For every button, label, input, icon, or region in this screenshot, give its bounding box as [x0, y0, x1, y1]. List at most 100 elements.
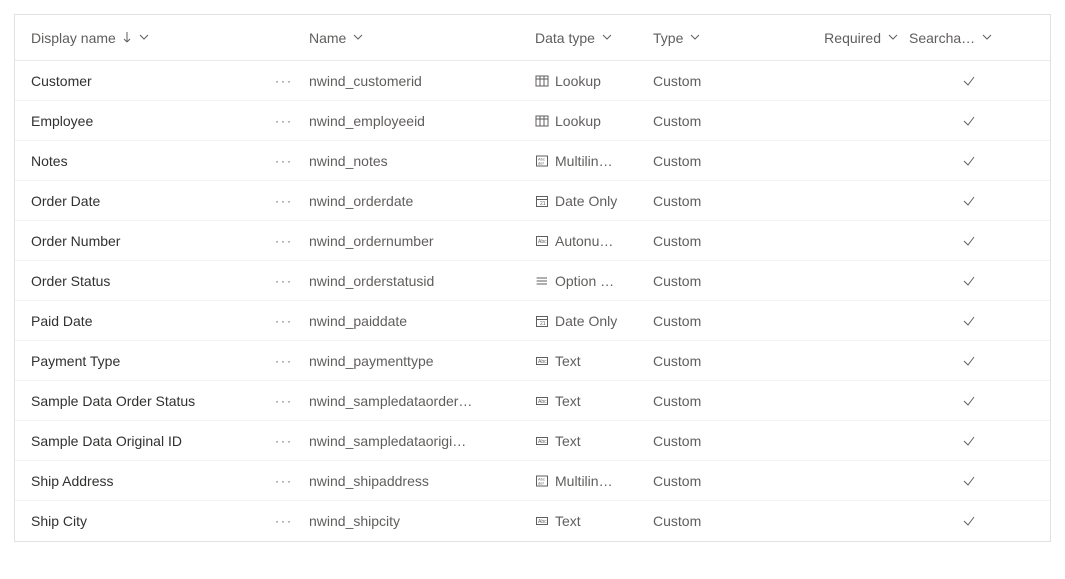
type-cell: Custom [653, 353, 783, 369]
data-type-cell: Option … [535, 273, 653, 289]
data-type-label: Text [555, 433, 581, 449]
display-name-cell: Order Number [31, 233, 259, 249]
text-icon: Abc [535, 394, 549, 408]
data-type-label: Text [555, 513, 581, 529]
row-actions-menu[interactable]: ··· [275, 434, 293, 448]
check-icon [909, 154, 1029, 168]
text-icon: Abc [535, 354, 549, 368]
row-actions-menu[interactable]: ··· [275, 274, 293, 288]
check-icon [909, 234, 1029, 248]
name-cell: nwind_shipcity [309, 513, 535, 529]
name-cell: nwind_employeeid [309, 113, 535, 129]
table-row[interactable]: Employee···nwind_employeeidLookupCustom [15, 101, 1050, 141]
lookup-icon [535, 74, 549, 88]
display-name-cell: Sample Data Original ID [31, 433, 259, 449]
svg-text:Abc: Abc [538, 359, 547, 365]
data-type-label: Multilin… [555, 473, 613, 489]
row-actions-menu[interactable]: ··· [275, 194, 293, 208]
text-icon: Abc [535, 514, 549, 528]
searchable-cell [909, 234, 1029, 248]
data-type-label: Lookup [555, 113, 601, 129]
data-type-cell: AbcText [535, 353, 653, 369]
row-actions-menu[interactable]: ··· [275, 234, 293, 248]
header-row: Display name Name Data type Type [15, 15, 1050, 61]
name-cell: nwind_customerid [309, 73, 535, 89]
row-actions-menu[interactable]: ··· [275, 514, 293, 528]
autonum-icon: Abc [535, 234, 549, 248]
data-type-label: Date Only [555, 193, 617, 209]
name-cell: nwind_orderdate [309, 193, 535, 209]
table-row[interactable]: Payment Type···nwind_paymenttypeAbcTextC… [15, 341, 1050, 381]
data-type-label: Lookup [555, 73, 601, 89]
chevron-down-icon [981, 30, 993, 46]
column-header-required[interactable]: Required [783, 30, 909, 46]
svg-text:Abc: Abc [538, 519, 547, 525]
table-row[interactable]: Order Status···nwind_orderstatusidOption… [15, 261, 1050, 301]
data-type-label: Autonu… [555, 233, 613, 249]
type-cell: Custom [653, 153, 783, 169]
row-actions-menu[interactable]: ··· [275, 74, 293, 88]
display-name-cell: Notes [31, 153, 259, 169]
table-row[interactable]: Paid Date···nwind_paiddate21Date OnlyCus… [15, 301, 1050, 341]
searchable-cell [909, 354, 1029, 368]
optionset-icon [535, 274, 549, 288]
row-actions-menu[interactable]: ··· [275, 394, 293, 408]
searchable-cell [909, 434, 1029, 448]
display-name-cell: Employee [31, 113, 259, 129]
row-actions-menu[interactable]: ··· [275, 154, 293, 168]
column-header-type[interactable]: Type [653, 30, 783, 46]
table-row[interactable]: Notes···nwind_notesAbcdefMultilin…Custom [15, 141, 1050, 181]
data-type-label: Option … [555, 273, 614, 289]
data-type-cell: Abc Text [535, 393, 653, 409]
table-row[interactable]: Order Date···nwind_orderdate21Date OnlyC… [15, 181, 1050, 221]
column-header-label: Name [309, 30, 346, 46]
date-icon: 21 [535, 194, 549, 208]
check-icon [909, 74, 1029, 88]
name-cell: nwind_sampledataorigi… [309, 433, 535, 449]
column-header-label: Data type [535, 30, 595, 46]
data-type-cell: AbcText [535, 433, 653, 449]
row-actions-menu[interactable]: ··· [275, 114, 293, 128]
display-name-cell: Ship Address [31, 473, 259, 489]
check-icon [909, 114, 1029, 128]
column-header-data-type[interactable]: Data type [535, 30, 653, 46]
svg-text:21: 21 [540, 321, 546, 327]
searchable-cell [909, 274, 1029, 288]
searchable-cell [909, 114, 1029, 128]
searchable-cell [909, 474, 1029, 488]
table-row[interactable]: Ship City···nwind_shipcityAbcTextCustom [15, 501, 1050, 541]
sort-arrow-down-icon [122, 30, 132, 46]
svg-text:Abc: Abc [538, 239, 547, 245]
row-actions-menu[interactable]: ··· [275, 354, 293, 368]
column-header-label: Display name [31, 30, 116, 46]
chevron-down-icon [352, 30, 364, 46]
table-row[interactable]: Sample Data Original ID ··· nwind_sampleda… [15, 421, 1050, 461]
data-type-cell: Lookup [535, 113, 653, 129]
column-header-display-name[interactable]: Display name [31, 30, 259, 46]
row-actions-menu[interactable]: ··· [275, 474, 293, 488]
check-icon [909, 434, 1029, 448]
fields-grid: Display name Name Data type Type [14, 14, 1051, 542]
chevron-down-icon [887, 30, 899, 46]
type-cell: Custom [653, 193, 783, 209]
column-header-name[interactable]: Name [309, 30, 535, 46]
column-header-label: Type [653, 30, 683, 46]
type-cell: Custom [653, 513, 783, 529]
type-cell: Custom [653, 73, 783, 89]
table-row[interactable]: Customer···nwind_customeridLookupCustom [15, 61, 1050, 101]
data-type-cell: AbcdefMultilin… [535, 153, 653, 169]
row-actions-menu[interactable]: ··· [275, 314, 293, 328]
name-cell: nwind_shipaddress [309, 473, 535, 489]
table-row[interactable]: Sample Data Order Status···nwind_sampled… [15, 381, 1050, 421]
data-type-cell: 21Date Only [535, 313, 653, 329]
name-cell: nwind_paiddate [309, 313, 535, 329]
type-cell: Custom [653, 273, 783, 289]
table-row[interactable]: Order Number ··· nwind_ordernumberAbc Auton… [15, 221, 1050, 261]
type-cell: Custom [653, 393, 783, 409]
name-cell: nwind_ordernumber [309, 233, 535, 249]
column-header-searchable[interactable]: Searcha… [909, 30, 1029, 46]
table-row[interactable]: Ship Address···nwind_shipaddressAbcdefMu… [15, 461, 1050, 501]
data-type-label: Text [555, 393, 581, 409]
searchable-cell [909, 514, 1029, 528]
display-name-cell: Paid Date [31, 313, 259, 329]
